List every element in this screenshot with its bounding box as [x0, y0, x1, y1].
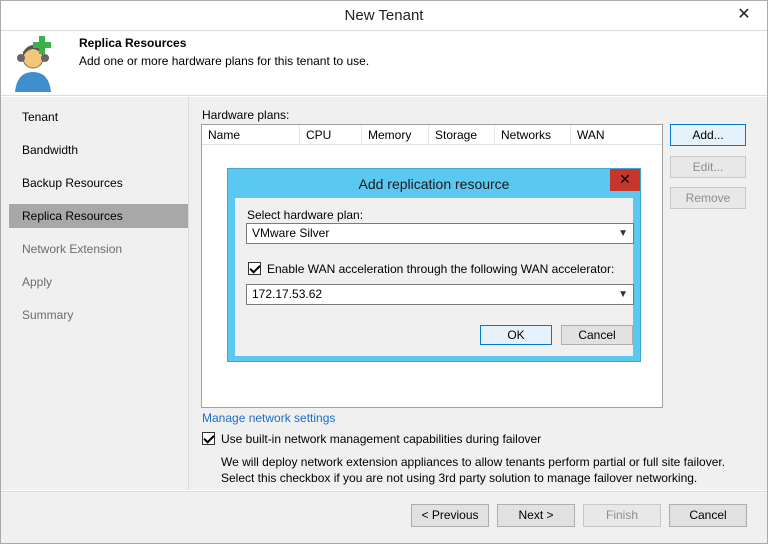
add-button[interactable]: Add...: [670, 124, 746, 146]
wan-acceleration-checkbox[interactable]: [248, 262, 261, 275]
wizard-header: Replica Resources Add one or more hardwa…: [1, 32, 767, 96]
header-subtitle: Add one or more hardware plans for this …: [79, 54, 370, 68]
column-header-name[interactable]: Name: [202, 125, 300, 145]
nav-item-summary[interactable]: Summary: [9, 303, 188, 327]
nav-item-apply[interactable]: Apply: [9, 270, 188, 294]
chevron-down-icon: ▼: [618, 228, 628, 239]
cancel-button[interactable]: Cancel: [669, 504, 747, 527]
nav-item-tenant[interactable]: Tenant: [9, 105, 188, 129]
dialog-cancel-button[interactable]: Cancel: [561, 325, 633, 345]
add-replication-resource-dialog: Add replication resource ✕ Select hardwa…: [227, 168, 641, 362]
builtin-network-checkbox[interactable]: [202, 432, 215, 445]
previous-button[interactable]: < Previous: [411, 504, 489, 527]
dialog-title: Add replication resource: [358, 176, 510, 192]
builtin-network-checkbox-label[interactable]: Use built-in network management capabili…: [221, 432, 541, 446]
nav-item-network-extension[interactable]: Network Extension: [9, 237, 188, 261]
hardware-plans-label: Hardware plans:: [202, 108, 290, 122]
wan-accelerator-value: 172.17.53.62: [252, 287, 323, 301]
description-line-2: Select this checkbox if you are not usin…: [221, 471, 698, 485]
dialog-close-icon[interactable]: ✕: [610, 169, 640, 191]
title-bar: New Tenant ✕: [1, 1, 767, 31]
wan-accelerator-select[interactable]: 172.17.53.62 ▼: [246, 284, 634, 305]
select-plan-label: Select hardware plan:: [247, 208, 364, 222]
dialog-ok-button[interactable]: OK: [480, 325, 552, 345]
dialog-body: Select hardware plan: VMware Silver ▼ En…: [235, 198, 634, 356]
wan-acceleration-label[interactable]: Enable WAN acceleration through the foll…: [267, 262, 614, 276]
header-title: Replica Resources: [79, 36, 187, 50]
chevron-down-icon: ▼: [618, 289, 628, 300]
next-button[interactable]: Next >: [497, 504, 575, 527]
wizard-steps-nav: Tenant Bandwidth Backup Resources Replic…: [1, 97, 189, 490]
network-description: We will deploy network extension applian…: [221, 454, 725, 486]
nav-item-backup-resources[interactable]: Backup Resources: [9, 171, 188, 195]
table-header: Name CPU Memory Storage Networks WAN: [202, 125, 662, 145]
column-header-wan[interactable]: WAN: [571, 125, 662, 145]
column-header-memory[interactable]: Memory: [362, 125, 429, 145]
column-header-cpu[interactable]: CPU: [300, 125, 362, 145]
edit-button[interactable]: Edit...: [670, 156, 746, 178]
column-header-storage[interactable]: Storage: [429, 125, 495, 145]
window-title: New Tenant: [344, 7, 424, 24]
hardware-plan-value: VMware Silver: [252, 226, 330, 240]
column-header-networks[interactable]: Networks: [495, 125, 571, 145]
remove-button[interactable]: Remove: [670, 187, 746, 209]
finish-button[interactable]: Finish: [583, 504, 661, 527]
hardware-plan-select[interactable]: VMware Silver ▼: [246, 223, 634, 244]
close-icon[interactable]: ✕: [731, 4, 757, 26]
nav-item-bandwidth[interactable]: Bandwidth: [9, 138, 188, 162]
tenant-add-icon: [15, 36, 51, 92]
description-line-1: We will deploy network extension applian…: [221, 455, 726, 469]
manage-network-settings-link[interactable]: Manage network settings: [202, 411, 335, 425]
wizard-footer: < Previous Next > Finish Cancel: [1, 491, 767, 543]
nav-item-replica-resources[interactable]: Replica Resources: [9, 204, 188, 228]
